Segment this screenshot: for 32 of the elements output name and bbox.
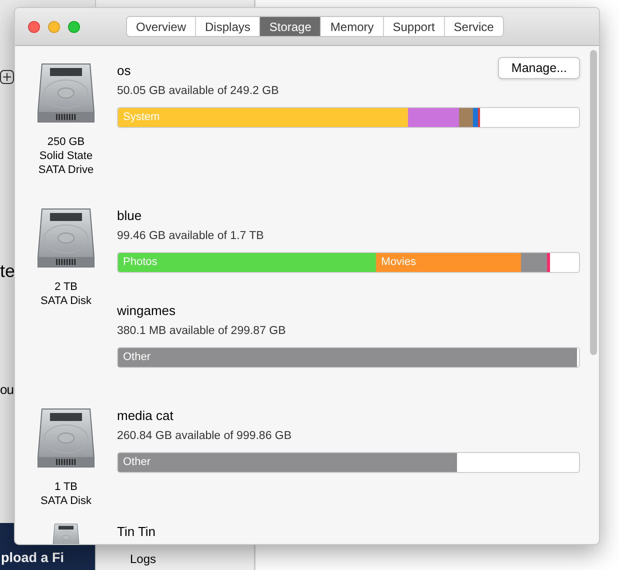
tab[interactable]: Service [444, 17, 503, 36]
volume-capacity: 99.46 GB available of 1.7 TB [117, 229, 264, 244]
volume-capacity: 380.1 MB available of 299.87 GB [117, 324, 286, 339]
disk-caption: SATA Disk [40, 494, 92, 508]
segment-label: System [122, 110, 160, 126]
close-button[interactable] [28, 20, 40, 32]
background-text: te [0, 260, 16, 283]
volume-name: os [117, 63, 132, 79]
zoom-button[interactable] [68, 20, 80, 32]
disk-caption: SATA Disk [40, 294, 92, 308]
segment-label: Movies [380, 255, 416, 270]
volume-name: blue [117, 208, 143, 224]
disk-caption: 250 GB [47, 135, 85, 149]
banner-text: pload a Fi [1, 549, 64, 566]
volume-capacity: 260.84 GB available of 999.86 GB [117, 429, 292, 444]
tab[interactable]: Storage [259, 17, 320, 36]
segment-label: Photos [122, 255, 158, 270]
volume-name: media cat [117, 408, 174, 424]
volume-name: wingames [117, 303, 177, 319]
segment-label: Other [122, 350, 151, 366]
segment-label: Other [122, 455, 151, 470]
manage-button[interactable]: Manage... [498, 57, 580, 79]
sidebar-item[interactable]: Logs [130, 552, 156, 567]
scrollbar[interactable] [590, 50, 597, 355]
minimize-button[interactable] [48, 20, 60, 32]
disk-caption: 2 TB [54, 280, 78, 294]
background-text: ou [0, 382, 14, 398]
disk-caption: 1 TB [54, 480, 78, 494]
disk-caption: Solid State [39, 149, 93, 163]
disk-caption: SATA Drive [38, 163, 94, 177]
volume-capacity: 50.05 GB available of 249.2 GB [117, 84, 279, 99]
volume-name: Tin Tin [117, 524, 156, 540]
